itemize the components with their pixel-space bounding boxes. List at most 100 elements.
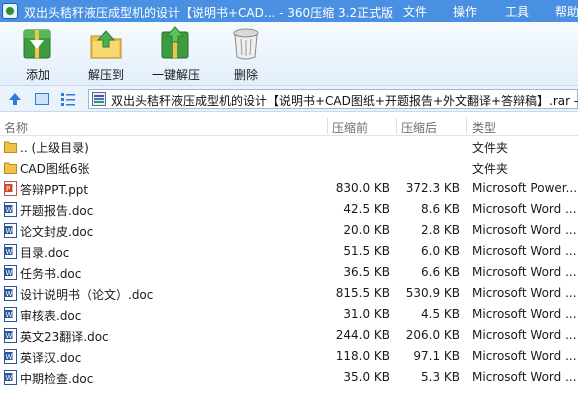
file-packed-size: 206.0 KB (405, 328, 460, 342)
add-archive-icon (23, 29, 51, 59)
file-size: 51.5 KB (343, 244, 390, 258)
list-item[interactable]: W 任务书.doc 36.5 KB 6.6 KB Microsoft Word … (0, 262, 578, 283)
one-click-extract-button[interactable]: 一键解压 (146, 22, 206, 86)
list-item[interactable]: W 开题报告.doc 42.5 KB 8.6 KB Microsoft Word… (0, 199, 578, 220)
list-item[interactable]: W 论文封皮.doc 20.0 KB 2.8 KB Microsoft Word… (0, 220, 578, 241)
svg-text:P: P (6, 185, 10, 193)
title-bar: 双出头秸秆液压成型机的设计【说明书+CAD... - 360压缩 3.2正式版 … (0, 0, 578, 22)
delete-button[interactable]: 删除 (216, 22, 276, 86)
file-size: 31.0 KB (343, 307, 390, 321)
word-file-icon: W (4, 202, 17, 217)
column-size[interactable]: 压缩前 (332, 119, 368, 136)
file-name: 英文23翻译.doc (20, 330, 109, 344)
file-size: 244.0 KB (335, 328, 390, 342)
trash-icon (233, 28, 259, 60)
file-name: 答辩PPT.ppt (20, 183, 89, 197)
delete-label: 删除 (233, 68, 258, 82)
list-item[interactable]: P 答辩PPT.ppt 830.0 KB 372.3 KB Microsoft … (0, 178, 578, 199)
file-name: .. (上级目录) (20, 141, 89, 155)
file-type: Microsoft Word ... (472, 286, 577, 300)
file-type: Microsoft Word ... (472, 370, 577, 384)
file-packed-size: 8.6 KB (421, 202, 460, 216)
list-item[interactable]: W 中期检查.doc 35.0 KB 5.3 KB Microsoft Word… (0, 367, 578, 388)
file-type: Microsoft Word ... (472, 244, 577, 258)
file-type: Microsoft Word ... (472, 349, 577, 363)
word-file-icon: W (4, 265, 17, 280)
list-item[interactable]: W 英译汉.doc 118.0 KB 97.1 KB Microsoft Wor… (0, 346, 578, 367)
file-name: 论文封皮.doc (20, 225, 94, 239)
word-file-icon: W (4, 349, 17, 364)
file-name: 目录.doc (20, 246, 70, 260)
file-packed-size: 6.6 KB (421, 265, 460, 279)
list-item[interactable]: CAD图纸6张 文件夹 (0, 157, 578, 178)
file-name: CAD图纸6张 (20, 162, 90, 176)
svg-text:W: W (6, 269, 13, 277)
file-packed-size: 5.3 KB (421, 370, 460, 384)
menu-operate[interactable]: 操作 (453, 3, 477, 20)
add-label: 添加 (25, 68, 50, 82)
column-separator[interactable] (466, 118, 467, 134)
menu-file[interactable]: 文件 (403, 3, 427, 20)
one-click-extract-icon (161, 26, 189, 59)
column-header: 名称 压缩前 压缩后 类型 (0, 116, 578, 136)
svg-text:W: W (6, 290, 13, 298)
file-type: Microsoft Word ... (472, 202, 577, 216)
file-size: 118.0 KB (335, 349, 390, 363)
list-item[interactable]: W 英文23翻译.doc 244.0 KB 206.0 KB Microsoft… (0, 325, 578, 346)
column-separator[interactable] (396, 118, 397, 134)
address-bar: 双出头秸秆液压成型机的设计【说明书+CAD图纸+开题报告+外文翻译+答辩稿】.r… (0, 86, 578, 112)
word-file-icon: W (4, 328, 17, 343)
list-item[interactable]: W 设计说明书（论文）.doc 815.5 KB 530.9 KB Micros… (0, 283, 578, 304)
file-type: Microsoft Power... (472, 181, 578, 195)
rar-archive-icon (92, 92, 106, 106)
list-item[interactable]: W 目录.doc 51.5 KB 6.0 KB Microsoft Word .… (0, 241, 578, 262)
column-type[interactable]: 类型 (472, 119, 496, 136)
add-button[interactable]: 添加 (8, 22, 68, 86)
file-name: 英译汉.doc (20, 351, 82, 365)
file-size: 42.5 KB (343, 202, 390, 216)
column-separator[interactable] (327, 118, 328, 134)
file-type: 文件夹 (472, 141, 509, 155)
list-item[interactable]: .. (上级目录) 文件夹 (0, 136, 578, 157)
file-size: 36.5 KB (343, 265, 390, 279)
file-name: 设计说明书（论文）.doc (20, 288, 154, 302)
word-file-icon: W (4, 370, 17, 385)
file-packed-size: 372.3 KB (405, 181, 460, 195)
address-field[interactable]: 双出头秸秆液压成型机的设计【说明书+CAD图纸+开题报告+外文翻译+答辩稿】.r… (88, 89, 578, 109)
file-size: 35.0 KB (343, 370, 390, 384)
ppt-file-icon: P (4, 181, 17, 196)
extract-to-button[interactable]: 解压到 (76, 22, 136, 86)
menu-tools[interactable]: 工具 (505, 3, 529, 20)
file-packed-size: 4.5 KB (421, 307, 460, 321)
list-item[interactable]: W 审核表.doc 31.0 KB 4.5 KB Microsoft Word … (0, 304, 578, 325)
menu-help[interactable]: 帮助 (555, 3, 578, 20)
svg-text:W: W (6, 353, 13, 361)
file-size: 830.0 KB (335, 181, 390, 195)
file-packed-size: 2.8 KB (421, 223, 460, 237)
svg-text:W: W (6, 206, 13, 214)
list-view-icon[interactable] (60, 91, 76, 107)
extract-to-label: 解压到 (87, 68, 124, 82)
column-packed[interactable]: 压缩后 (401, 119, 437, 136)
file-size: 20.0 KB (343, 223, 390, 237)
svg-text:W: W (6, 332, 13, 340)
file-packed-size: 530.9 KB (405, 286, 460, 300)
svg-text:W: W (6, 374, 13, 382)
word-file-icon: W (4, 244, 17, 259)
file-name: 审核表.doc (20, 309, 82, 323)
column-name[interactable]: 名称 (4, 119, 28, 136)
file-type: Microsoft Word ... (472, 223, 577, 237)
file-type: Microsoft Word ... (472, 265, 577, 279)
svg-text:W: W (6, 248, 13, 256)
file-type: 文件夹 (472, 162, 509, 176)
up-arrow-icon[interactable] (7, 91, 23, 107)
file-name: 任务书.doc (20, 267, 82, 281)
one-click-extract-label: 一键解压 (151, 68, 200, 82)
file-type: Microsoft Word ... (472, 307, 577, 321)
app-logo-icon (2, 3, 18, 19)
word-file-icon: W (4, 223, 17, 238)
file-name: 中期检查.doc (20, 372, 94, 386)
file-name: 开题报告.doc (20, 204, 94, 218)
address-path: 双出头秸秆液压成型机的设计【说明书+CAD图纸+开题报告+外文翻译+答辩稿】.r… (111, 94, 578, 108)
thumbnail-view-icon[interactable] (34, 91, 50, 107)
